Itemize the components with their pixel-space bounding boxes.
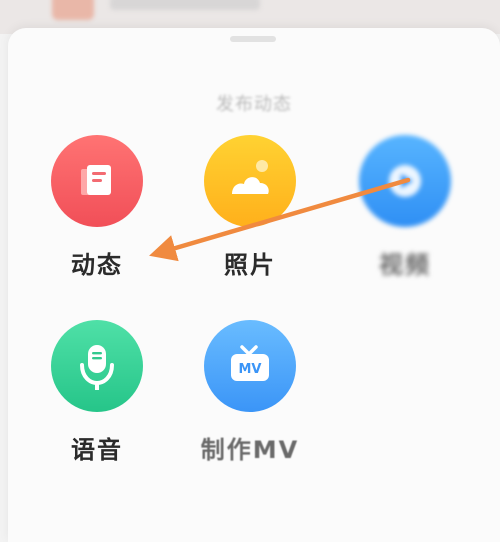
action-video[interactable]: 视频: [330, 135, 480, 280]
background-thumbnail: [52, 0, 94, 20]
background-text: [110, 0, 260, 10]
note-icon: [51, 135, 143, 227]
action-voice-label: 语音: [71, 436, 123, 464]
photo-icon: [204, 135, 296, 227]
tv-mv-icon: MV: [204, 320, 296, 412]
action-post-label: 动态: [71, 251, 123, 279]
action-photo[interactable]: 照片: [175, 135, 325, 280]
action-photo-label: 照片: [224, 251, 276, 279]
action-make-mv[interactable]: MV 制作MV: [175, 320, 325, 465]
sheet-title: 发布动态: [216, 94, 292, 115]
action-video-label: 视频: [379, 251, 431, 279]
video-icon: [359, 135, 451, 227]
microphone-icon: [51, 320, 143, 412]
tv-mv-icon-text: MV: [239, 362, 262, 377]
action-voice[interactable]: 语音: [22, 320, 172, 465]
action-post[interactable]: 动态: [22, 135, 172, 280]
sheet-drag-handle[interactable]: [230, 36, 276, 42]
action-make-mv-label: 制作MV: [200, 436, 300, 464]
